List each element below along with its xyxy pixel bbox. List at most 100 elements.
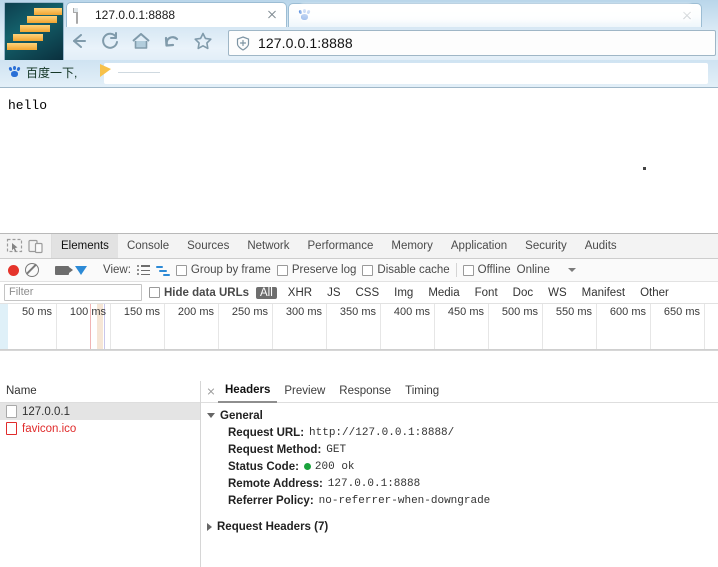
- header-key: Status Code:: [228, 460, 299, 473]
- table-row[interactable]: 127.0.0.1: [0, 403, 200, 420]
- type-filter-other[interactable]: Other: [636, 287, 673, 299]
- group-by-frame-checkbox[interactable]: Group by frame: [175, 264, 271, 276]
- document-icon: [76, 7, 88, 24]
- page-artifact-dot: [643, 167, 646, 170]
- devtools-tab-sources[interactable]: Sources: [178, 234, 238, 258]
- checkbox-icon[interactable]: [175, 264, 187, 276]
- address-bar-url: 127.0.0.1:8888: [258, 35, 353, 51]
- ruler-tick-label: 300 ms: [285, 306, 322, 318]
- hide-data-urls-checkbox[interactable]: Hide data URLs: [149, 287, 249, 299]
- checkbox-icon[interactable]: [149, 287, 160, 298]
- network-filter-bar: Filter Hide data URLs All XHR JS CSS Img…: [0, 282, 718, 304]
- type-filter-img[interactable]: Img: [390, 287, 417, 299]
- type-filter-doc[interactable]: Doc: [509, 287, 537, 299]
- capture-screenshots-icon[interactable]: [55, 265, 73, 275]
- header-key: Remote Address:: [228, 477, 323, 490]
- checkbox-icon[interactable]: [276, 264, 288, 276]
- browser-window: 127.0.0.1:8888 127.0.0.1:8888 百度一下, hell…: [0, 0, 718, 567]
- reload-icon[interactable]: [99, 30, 121, 52]
- type-filter-manifest[interactable]: Manifest: [578, 287, 629, 299]
- ruler-tick-label: 100 ms: [69, 306, 106, 318]
- general-section-header[interactable]: General: [207, 407, 718, 424]
- table-row[interactable]: favicon.ico: [0, 420, 200, 437]
- request-details-pane: Headers Preview Response Timing General …: [201, 381, 718, 567]
- request-headers-label: Request Headers (7): [217, 520, 329, 533]
- details-tab-headers[interactable]: Headers: [218, 381, 278, 403]
- filter-icon[interactable]: [75, 265, 87, 275]
- devtools-tab-network[interactable]: Network: [238, 234, 298, 258]
- ruler-tick-label: 350 ms: [339, 306, 376, 318]
- header-row-referrer-policy: Referrer Policy: no-referrer-when-downgr…: [207, 492, 718, 509]
- star-icon[interactable]: [192, 30, 214, 52]
- header-row-remote-address: Remote Address: 127.0.0.1:8888: [207, 475, 718, 492]
- type-filter-css[interactable]: CSS: [351, 287, 383, 299]
- bookmarks-bar-blank-area: [104, 63, 708, 84]
- record-icon[interactable]: [8, 264, 19, 276]
- ruler-baseline: [0, 349, 718, 350]
- type-filter-xhr[interactable]: XHR: [284, 287, 316, 299]
- device-toolbar-icon[interactable]: [27, 238, 44, 255]
- type-filter-js[interactable]: JS: [323, 287, 344, 299]
- devtools-tab-application[interactable]: Application: [442, 234, 516, 258]
- header-key: Referrer Policy:: [228, 494, 314, 507]
- triangle-collapsed-icon: [207, 522, 212, 531]
- devtools-tab-memory[interactable]: Memory: [382, 234, 442, 258]
- throttling-value[interactable]: Online: [517, 264, 550, 276]
- filter-input[interactable]: Filter: [4, 284, 142, 301]
- ruler-tick-label: 250 ms: [231, 306, 268, 318]
- devtools-panel: Elements Console Sources Network Perform…: [0, 233, 718, 567]
- request-name: favicon.ico: [22, 422, 77, 435]
- offline-checkbox[interactable]: Offline: [462, 264, 511, 276]
- ruler-tick-label: 400 ms: [393, 306, 430, 318]
- browser-tab-1[interactable]: 127.0.0.1:8888: [66, 2, 287, 27]
- header-value: 200 ok: [314, 460, 355, 473]
- network-content-area: Name 127.0.0.1 favicon.ico Headers Previ…: [0, 381, 718, 567]
- navigation-buttons: [68, 30, 214, 52]
- waterfall-view-icon[interactable]: [155, 265, 170, 276]
- header-row-status-code: Status Code: 200 ok: [207, 458, 718, 475]
- chevron-down-icon[interactable]: [567, 268, 576, 272]
- close-icon[interactable]: [204, 385, 218, 399]
- request-headers-section-header[interactable]: Request Headers (7): [207, 518, 718, 535]
- inspect-element-icon[interactable]: [6, 238, 23, 255]
- preserve-log-checkbox[interactable]: Preserve log: [276, 264, 357, 276]
- shield-icon[interactable]: [236, 35, 250, 51]
- address-bar[interactable]: 127.0.0.1:8888: [228, 30, 716, 56]
- devtools-tab-console[interactable]: Console: [118, 234, 178, 258]
- triangle-expanded-icon: [207, 413, 215, 418]
- undo-arrow-icon[interactable]: [161, 30, 183, 52]
- devtools-tab-audits[interactable]: Audits: [576, 234, 626, 258]
- preserve-log-label: Preserve log: [291, 264, 357, 276]
- checkbox-icon[interactable]: [462, 264, 474, 276]
- ruler-tick-label: 550 ms: [555, 306, 592, 318]
- clear-icon[interactable]: [25, 263, 39, 277]
- back-arrow-icon[interactable]: [68, 30, 90, 52]
- home-icon[interactable]: [130, 30, 152, 52]
- ruler-tick-label: 600 ms: [609, 306, 646, 318]
- type-filter-all[interactable]: All: [256, 286, 277, 299]
- ruler-tick-label: 650 ms: [663, 306, 700, 318]
- type-filter-ws[interactable]: WS: [544, 287, 571, 299]
- tab-strip: 127.0.0.1:8888: [0, 0, 718, 27]
- devtools-tab-performance[interactable]: Performance: [299, 234, 383, 258]
- header-value: no-referrer-when-downgrade: [318, 494, 491, 507]
- type-filter-media[interactable]: Media: [424, 287, 463, 299]
- mouse-cursor-icon: [100, 64, 111, 77]
- devtools-tab-elements[interactable]: Elements: [52, 234, 118, 258]
- details-tab-response[interactable]: Response: [332, 381, 398, 402]
- close-icon[interactable]: [264, 7, 280, 23]
- devtools-tool-icons: [0, 234, 52, 258]
- request-list-column-header[interactable]: Name: [0, 381, 200, 403]
- bookmarks-bar-divider: [118, 72, 160, 73]
- details-tab-timing[interactable]: Timing: [398, 381, 446, 402]
- type-filter-font[interactable]: Font: [471, 287, 502, 299]
- hide-data-urls-label: Hide data URLs: [164, 286, 249, 299]
- disable-cache-checkbox[interactable]: Disable cache: [362, 264, 450, 276]
- details-tab-preview[interactable]: Preview: [277, 381, 332, 402]
- page-viewport: hello: [0, 88, 718, 233]
- devtools-tab-security[interactable]: Security: [516, 234, 576, 258]
- checkbox-icon[interactable]: [362, 264, 374, 276]
- list-view-icon[interactable]: [136, 264, 150, 276]
- bookmark-item-baidu[interactable]: 百度一下,: [8, 64, 77, 81]
- network-timeline-ruler[interactable]: 50 ms 100 ms 150 ms 200 ms 250 ms 300 ms…: [0, 304, 718, 351]
